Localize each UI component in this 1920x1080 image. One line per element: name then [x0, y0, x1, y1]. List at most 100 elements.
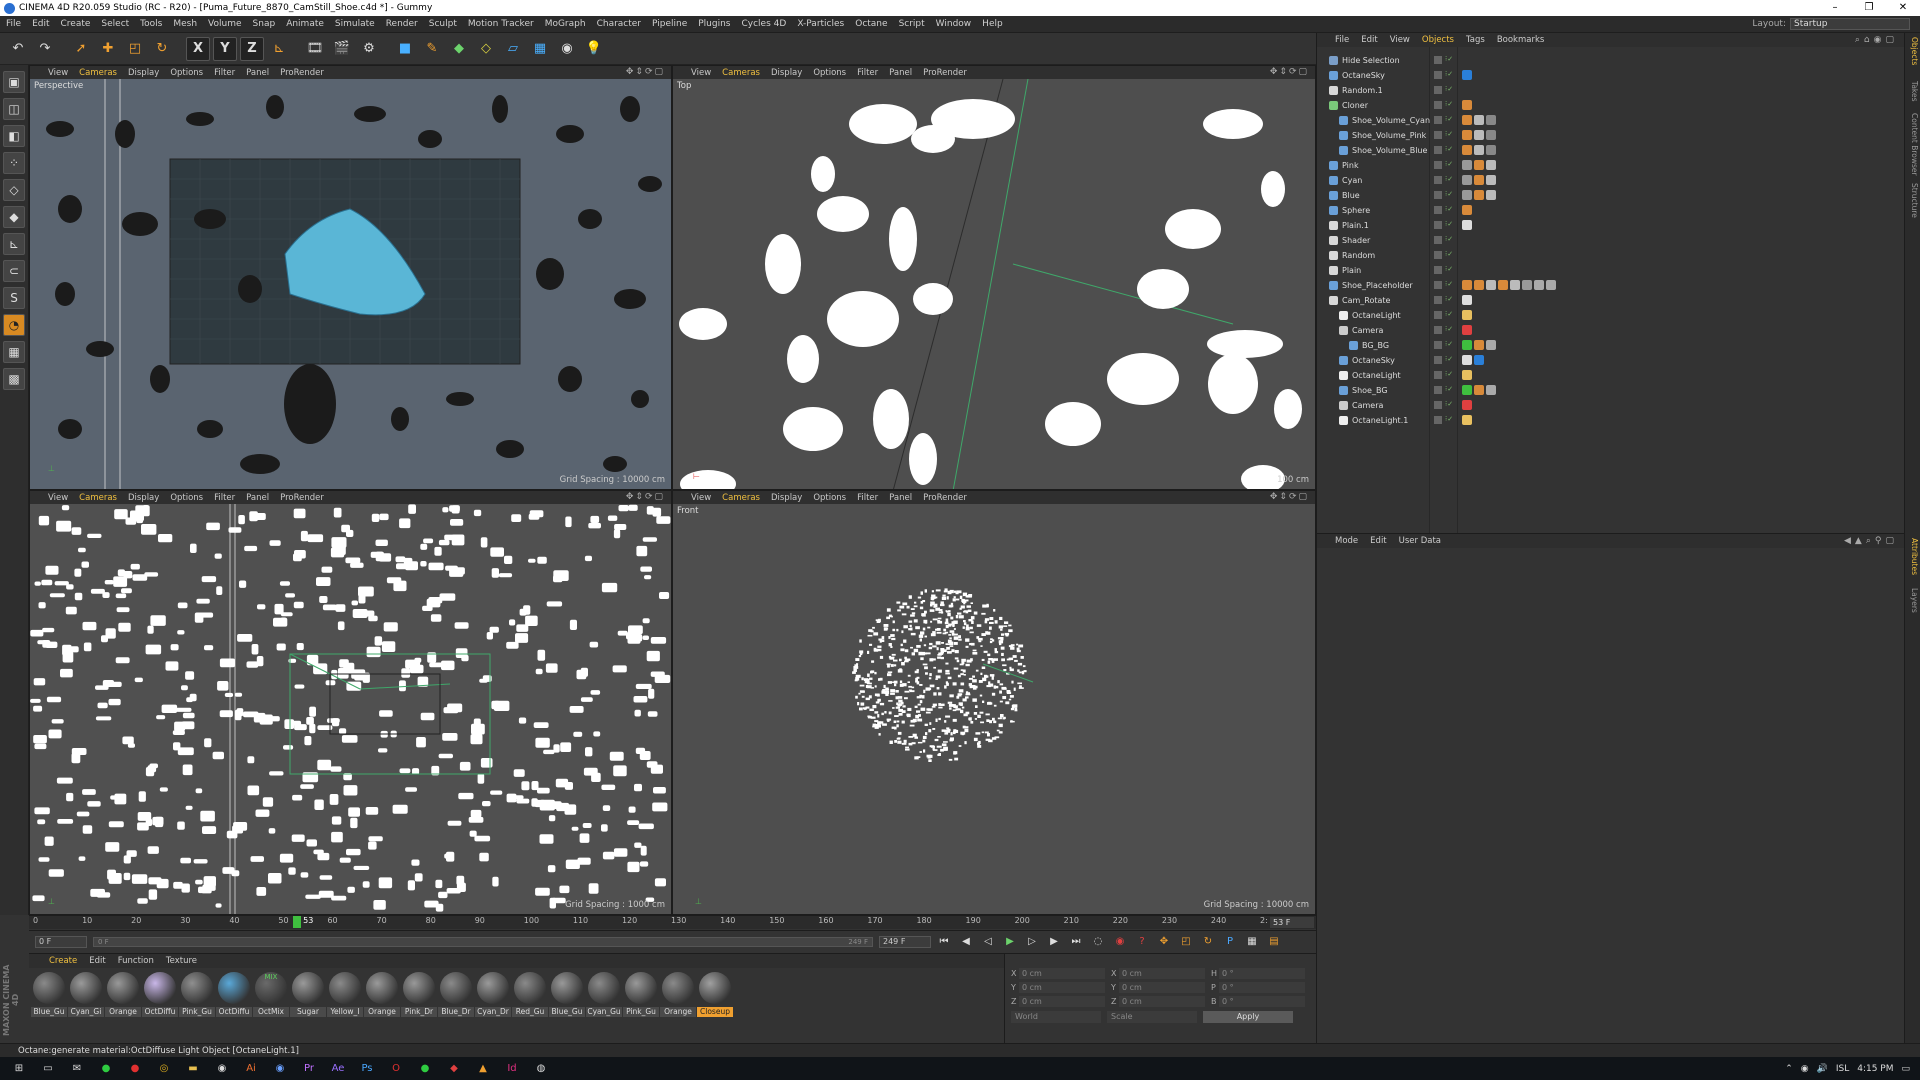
- tab-layers[interactable]: Layers: [1907, 588, 1919, 613]
- pen-icon[interactable]: ✎: [420, 37, 444, 61]
- record-icon[interactable]: ◉: [1111, 934, 1129, 950]
- tag-icon[interactable]: [1486, 130, 1496, 140]
- tag-icon[interactable]: [1474, 190, 1484, 200]
- tag-icon[interactable]: [1462, 340, 1472, 350]
- object-row[interactable]: Cyan ⁝✓: [1317, 173, 1905, 188]
- redo-icon[interactable]: ↷: [33, 37, 57, 61]
- layer-icon[interactable]: [1434, 266, 1442, 274]
- tag-icon[interactable]: [1510, 280, 1520, 290]
- layer-icon[interactable]: [1434, 116, 1442, 124]
- vp-menu-filter[interactable]: Filter: [214, 68, 235, 78]
- vp-menu-display[interactable]: Display: [771, 493, 802, 503]
- play-icon[interactable]: ▶: [1001, 934, 1019, 950]
- autokey-icon[interactable]: ?: [1133, 934, 1151, 950]
- cube-icon[interactable]: ■: [393, 37, 417, 61]
- preview-range-slider[interactable]: 0 F 249 F: [93, 936, 873, 947]
- menu-file[interactable]: File: [6, 19, 21, 29]
- current-frame-field[interactable]: 53 F: [1270, 917, 1314, 928]
- menu-motion-tracker[interactable]: Motion Tracker: [468, 19, 534, 29]
- object-row[interactable]: Pink ⁝✓: [1317, 158, 1905, 173]
- vp-menu-options[interactable]: Options: [813, 493, 846, 503]
- layer-icon[interactable]: [1434, 281, 1442, 289]
- menu-character[interactable]: Character: [597, 19, 641, 29]
- opera-icon[interactable]: O: [386, 1061, 406, 1077]
- layer-icon[interactable]: [1434, 386, 1442, 394]
- vp-menu-display[interactable]: Display: [128, 493, 159, 503]
- vp-menu-cameras[interactable]: Cameras: [722, 68, 760, 78]
- tab-attributes[interactable]: Attributes: [1907, 538, 1919, 575]
- menu-snap[interactable]: Snap: [253, 19, 276, 29]
- object-row[interactable]: Shoe_Placeholder ⁝✓: [1317, 278, 1905, 293]
- layer-icon[interactable]: [1434, 326, 1442, 334]
- discord-icon[interactable]: ◍: [531, 1061, 551, 1077]
- attr-menu-edit[interactable]: Edit: [1370, 536, 1386, 546]
- tag-icon[interactable]: [1486, 145, 1496, 155]
- object-row[interactable]: OctaneLight ⁝✓: [1317, 368, 1905, 383]
- tray-network-icon[interactable]: ◉: [1801, 1064, 1809, 1074]
- vp-menu-options[interactable]: Options: [170, 68, 203, 78]
- obj-menu-file[interactable]: File: [1335, 35, 1349, 45]
- object-row[interactable]: Cam_Rotate ⁝✓: [1317, 293, 1905, 308]
- menu-plugins[interactable]: Plugins: [698, 19, 730, 29]
- task-view-icon[interactable]: ▭: [38, 1061, 58, 1077]
- layer-icon[interactable]: [1434, 416, 1442, 424]
- layer-icon[interactable]: [1434, 251, 1442, 259]
- deformer-icon[interactable]: ◇: [474, 37, 498, 61]
- vp-menu-prorender[interactable]: ProRender: [280, 68, 324, 78]
- layer-icon[interactable]: [1434, 101, 1442, 109]
- next-key-icon[interactable]: ▶: [1045, 934, 1063, 950]
- goto-start-icon[interactable]: ⏮: [935, 934, 953, 950]
- vp-menu-panel[interactable]: Panel: [246, 68, 269, 78]
- obj-menu-edit[interactable]: Edit: [1361, 35, 1377, 45]
- material-swatch[interactable]: MIX OctMix: [253, 972, 289, 1017]
- tag-icon[interactable]: [1486, 160, 1496, 170]
- menu-sculpt[interactable]: Sculpt: [429, 19, 457, 29]
- tag-icon[interactable]: [1474, 280, 1484, 290]
- object-row[interactable]: Sphere ⁝✓: [1317, 203, 1905, 218]
- material-swatch[interactable]: OctDiffu: [142, 972, 178, 1017]
- menu-volume[interactable]: Volume: [208, 19, 241, 29]
- material-swatch[interactable]: Orange: [105, 972, 141, 1017]
- viewport-nav-icons[interactable]: ✥⇕⟳▢: [1270, 492, 1309, 502]
- menu-select[interactable]: Select: [101, 19, 129, 29]
- menu-pipeline[interactable]: Pipeline: [652, 19, 687, 29]
- object-row[interactable]: Shoe_BG ⁝✓: [1317, 383, 1905, 398]
- visibility-check-icon[interactable]: ⁝✓: [1445, 235, 1453, 243]
- close-button[interactable]: ✕: [1886, 0, 1920, 16]
- tag-icon[interactable]: [1486, 340, 1496, 350]
- vp-menu-view[interactable]: View: [48, 68, 68, 78]
- visibility-check-icon[interactable]: ⁝✓: [1445, 190, 1453, 198]
- visibility-check-icon[interactable]: ⁝✓: [1445, 355, 1453, 363]
- vp-menu-cameras[interactable]: Cameras: [79, 68, 117, 78]
- layer-icon[interactable]: [1434, 176, 1442, 184]
- tag-icon[interactable]: [1462, 70, 1472, 80]
- indesign-icon[interactable]: Id: [502, 1061, 522, 1077]
- menu-simulate[interactable]: Simulate: [335, 19, 375, 29]
- coord-value-field[interactable]: 0 °: [1219, 996, 1305, 1007]
- material-swatch[interactable]: Blue_Gu: [549, 972, 585, 1017]
- menu-help[interactable]: Help: [982, 19, 1003, 29]
- layer-icon[interactable]: [1434, 356, 1442, 364]
- menu-script[interactable]: Script: [899, 19, 925, 29]
- layout-dropdown[interactable]: Startup: [1790, 18, 1910, 30]
- object-row[interactable]: Shoe_Volume_Blue ⁝✓: [1317, 143, 1905, 158]
- object-row[interactable]: OctaneLight.1 ⁝✓: [1317, 413, 1905, 428]
- scene-icon[interactable]: ▱: [501, 37, 525, 61]
- goto-end-icon[interactable]: ⏭: [1067, 934, 1085, 950]
- material-swatch[interactable]: Blue_Gu: [31, 972, 67, 1017]
- vp-menu-cameras[interactable]: Cameras: [79, 493, 117, 503]
- object-row[interactable]: OctaneSky ⁝✓: [1317, 68, 1905, 83]
- layer-icon[interactable]: [1434, 236, 1442, 244]
- vp-menu-view[interactable]: View: [48, 493, 68, 503]
- obj-menu-view[interactable]: View: [1390, 35, 1410, 45]
- vp-menu-panel[interactable]: Panel: [889, 68, 912, 78]
- coord-value-field[interactable]: 0 cm: [1019, 968, 1105, 979]
- material-swatch[interactable]: OctDiffu: [216, 972, 252, 1017]
- menu-edit[interactable]: Edit: [32, 19, 49, 29]
- vp-menu-view[interactable]: View: [691, 493, 711, 503]
- object-row[interactable]: Camera ⁝✓: [1317, 323, 1905, 338]
- after-effects-icon[interactable]: Ae: [328, 1061, 348, 1077]
- layer-icon[interactable]: [1434, 371, 1442, 379]
- object-row[interactable]: Cloner ⁝✓: [1317, 98, 1905, 113]
- menu-mesh[interactable]: Mesh: [173, 19, 197, 29]
